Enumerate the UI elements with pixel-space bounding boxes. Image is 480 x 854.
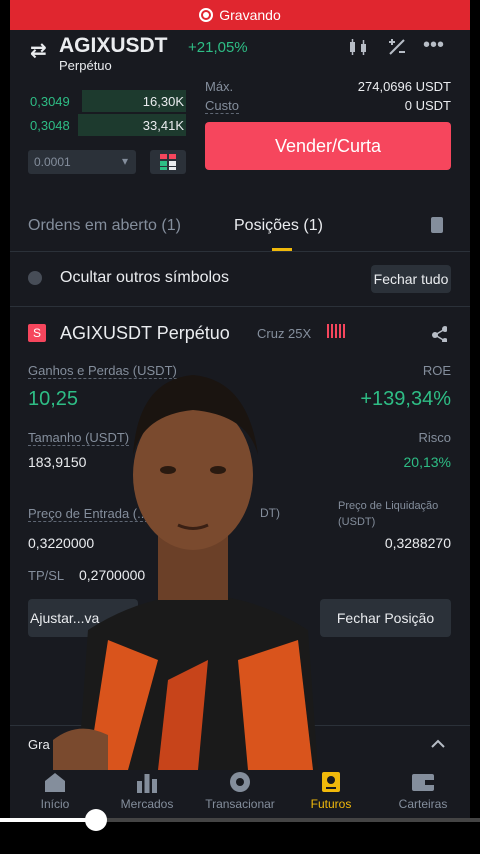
position-symbol[interactable]: AGIXUSDT Perpétuo — [60, 323, 230, 344]
tab-positions[interactable]: Posições (1) — [234, 217, 323, 235]
orderbook-row[interactable]: 0,3049 16,30K — [28, 90, 186, 112]
panel-label: Gra — [28, 737, 50, 752]
wallet-icon — [412, 774, 434, 791]
max-value: 274,0696 USDT — [357, 79, 451, 94]
nav-label: Mercados — [120, 797, 174, 811]
liquidation-price-value: 0,3288270 — [384, 535, 451, 551]
chart-bars-icon — [137, 774, 157, 793]
precision-value: 0.0001 — [34, 155, 71, 169]
calculator-icon[interactable] — [387, 38, 407, 56]
scrubber-progress — [0, 818, 96, 822]
chevron-down-icon: ▾ — [121, 154, 128, 168]
risk-value: 20,13% — [403, 454, 451, 470]
close-all-button[interactable]: Fechar tudo — [371, 265, 451, 293]
nav-label: Carteiras — [398, 797, 448, 811]
scrubber-handle[interactable] — [85, 809, 107, 831]
swap-icon[interactable]: ⇄ — [30, 38, 47, 63]
tab-open-orders[interactable]: Ordens em aberto (1) — [28, 217, 181, 235]
active-tab-indicator — [272, 248, 292, 251]
sell-short-button[interactable]: Vender/Curta — [205, 122, 451, 170]
short-badge: S — [28, 324, 46, 342]
chevron-up-icon[interactable] — [431, 739, 445, 749]
share-icon[interactable] — [431, 326, 447, 342]
candlestick-icon[interactable] — [348, 38, 372, 56]
recording-banner: Gravando — [10, 0, 470, 30]
header: ⇄ AGIXUSDT +21,05% Perpétuo ••• — [10, 30, 470, 74]
liquidation-price-label: Preço de Liquidação (USDT) — [338, 500, 439, 528]
divider — [10, 306, 470, 307]
nav-label: Início — [40, 797, 70, 811]
app-screen: Gravando ⇄ AGIXUSDT +21,05% Perpétuo •••… — [10, 0, 470, 820]
record-icon — [199, 8, 214, 22]
webcam-person-image — [53, 375, 318, 770]
nav-home[interactable]: Início — [15, 765, 95, 811]
cost-label: Custo — [205, 98, 239, 114]
home-icon — [45, 773, 65, 792]
nav-label: Transacionar — [205, 797, 275, 811]
bottom-navigation: Início Mercados Transacionar Futuros Car… — [10, 765, 470, 820]
nav-futures[interactable]: Futuros — [291, 765, 371, 811]
orderbook-price: 0,3049 — [30, 94, 70, 109]
orderbook-qty: 16,30K — [142, 94, 184, 109]
hide-symbols-label: Ocultar outros símbolos — [60, 269, 229, 286]
document-icon[interactable] — [431, 217, 443, 233]
nav-trade[interactable]: Transacionar — [200, 765, 280, 811]
orderbook-row[interactable]: 0,3048 33,41K — [28, 114, 186, 136]
price-change: +21,05% — [188, 39, 248, 56]
video-scrubber[interactable] — [0, 818, 480, 822]
risk-label: Risco — [418, 430, 451, 445]
futures-icon — [322, 772, 340, 792]
orderbook-layout-icon[interactable] — [150, 150, 186, 174]
radio-icon — [28, 271, 42, 285]
max-label: Máx. — [205, 79, 234, 94]
orders-tabs: Ordens em aberto (1) Posições (1) — [10, 205, 470, 252]
contract-type: Perpétuo — [59, 58, 112, 73]
cost-value: 0 USDT — [404, 98, 451, 113]
more-icon[interactable]: ••• — [423, 34, 444, 57]
trade-icon — [230, 772, 250, 792]
margin-mode: Cruz 25X — [257, 326, 312, 341]
leverage-bars-icon — [327, 324, 347, 343]
roe-label: ROE — [422, 363, 451, 378]
precision-select[interactable]: 0.0001 ▾ — [28, 150, 136, 174]
roe-value: +139,34% — [360, 388, 451, 410]
nav-markets[interactable]: Mercados — [107, 765, 187, 811]
nav-label: Futuros — [310, 797, 352, 811]
orderbook-price: 0,3048 — [30, 118, 70, 133]
symbol-title[interactable]: AGIXUSDT — [59, 34, 168, 58]
orderbook-qty: 33,41K — [142, 118, 184, 133]
recording-label: Gravando — [219, 7, 281, 23]
nav-wallets[interactable]: Carteiras — [383, 765, 463, 811]
